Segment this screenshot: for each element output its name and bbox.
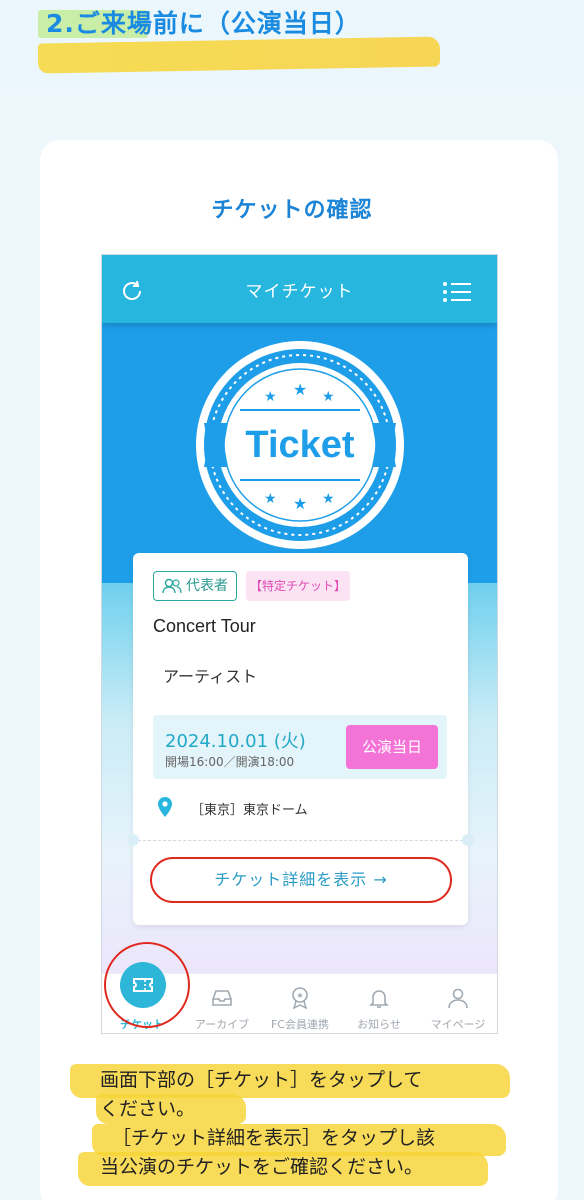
list-menu-icon[interactable] bbox=[442, 281, 472, 303]
section-header: 2.ご来場前に（公演当日） bbox=[0, 0, 584, 92]
yellow-highlighter-mark bbox=[37, 36, 441, 74]
svg-text:★: ★ bbox=[322, 491, 335, 507]
app-header-title: マイチケット bbox=[245, 282, 354, 302]
svg-text:★: ★ bbox=[293, 494, 307, 513]
artist-name: アーティスト bbox=[163, 667, 258, 686]
special-ticket-badge: 【特定チケット】 bbox=[246, 571, 350, 601]
event-title: Concert Tour bbox=[153, 616, 256, 636]
ticket-notch bbox=[462, 834, 474, 846]
instruction-line: 画面下部の［チケット］をタップして bbox=[100, 1069, 423, 1091]
performance-date: 2024.10.01 (火) bbox=[165, 731, 306, 752]
svg-text:★: ★ bbox=[322, 389, 335, 405]
tab-archive[interactable]: アーカイブ bbox=[182, 974, 262, 1033]
phone-mockup: マイチケット ★ ★ ★ Ticket ★ ★ ★ 代表者 【特定チケット】 C… bbox=[101, 254, 498, 1034]
svg-text:★: ★ bbox=[293, 380, 307, 399]
person-icon bbox=[448, 988, 468, 1009]
ticket-divider bbox=[133, 840, 468, 841]
representative-badge: 代表者 bbox=[153, 571, 237, 601]
tab-notifications[interactable]: お知らせ bbox=[339, 974, 419, 1033]
tab-label: FC会員連携 bbox=[270, 1018, 329, 1031]
card-title: チケットの確認 bbox=[211, 198, 373, 223]
inbox-icon bbox=[212, 990, 232, 1006]
instruction-line: ください。 bbox=[100, 1098, 196, 1120]
date-box: 2024.10.01 (火) 開場16:00／開演18:00 公演当日 bbox=[153, 715, 447, 779]
instruction-line: 当公演のチケットをご確認ください。 bbox=[100, 1156, 424, 1178]
ticket-logo-text: Ticket bbox=[245, 424, 354, 466]
svg-text:★: ★ bbox=[264, 491, 277, 507]
tab-label: アーカイブ bbox=[194, 1018, 250, 1031]
instructions: 画面下部の［チケット］をタップして ください。 ［チケット詳細を表示］をタップし… bbox=[100, 1066, 520, 1182]
performance-day-badge: 公演当日 bbox=[346, 725, 438, 769]
tab-mypage[interactable]: マイページ bbox=[418, 974, 497, 1033]
performance-times: 開場16:00／開演18:00 bbox=[165, 755, 295, 769]
venue: ［東京］東京ドーム bbox=[191, 803, 308, 818]
highlight-circle bbox=[104, 942, 190, 1028]
location-pin-icon bbox=[158, 797, 172, 817]
ticket-notch bbox=[127, 834, 139, 846]
ticket-stamp-logo: ★ ★ ★ Ticket ★ ★ ★ bbox=[196, 341, 404, 549]
tab-fc-link[interactable]: ★ FC会員連携 bbox=[260, 974, 340, 1033]
section-title: 2.ご来場前に（公演当日） bbox=[46, 9, 361, 38]
badge-icon: ★ bbox=[292, 987, 308, 1010]
instruction-line: ［チケット詳細を表示］をタップし該 bbox=[112, 1127, 436, 1149]
svg-text:★: ★ bbox=[296, 991, 303, 1000]
svg-text:★: ★ bbox=[264, 389, 277, 405]
representative-badge-label: 代表者 bbox=[186, 578, 228, 594]
bell-icon bbox=[369, 990, 389, 1008]
app-header: マイチケット bbox=[102, 255, 497, 323]
people-icon bbox=[162, 578, 182, 594]
ticket-detail-button[interactable]: チケット詳細を表示 → bbox=[150, 857, 452, 903]
tab-label: マイページ bbox=[430, 1018, 486, 1031]
tab-label: お知らせ bbox=[357, 1018, 401, 1031]
